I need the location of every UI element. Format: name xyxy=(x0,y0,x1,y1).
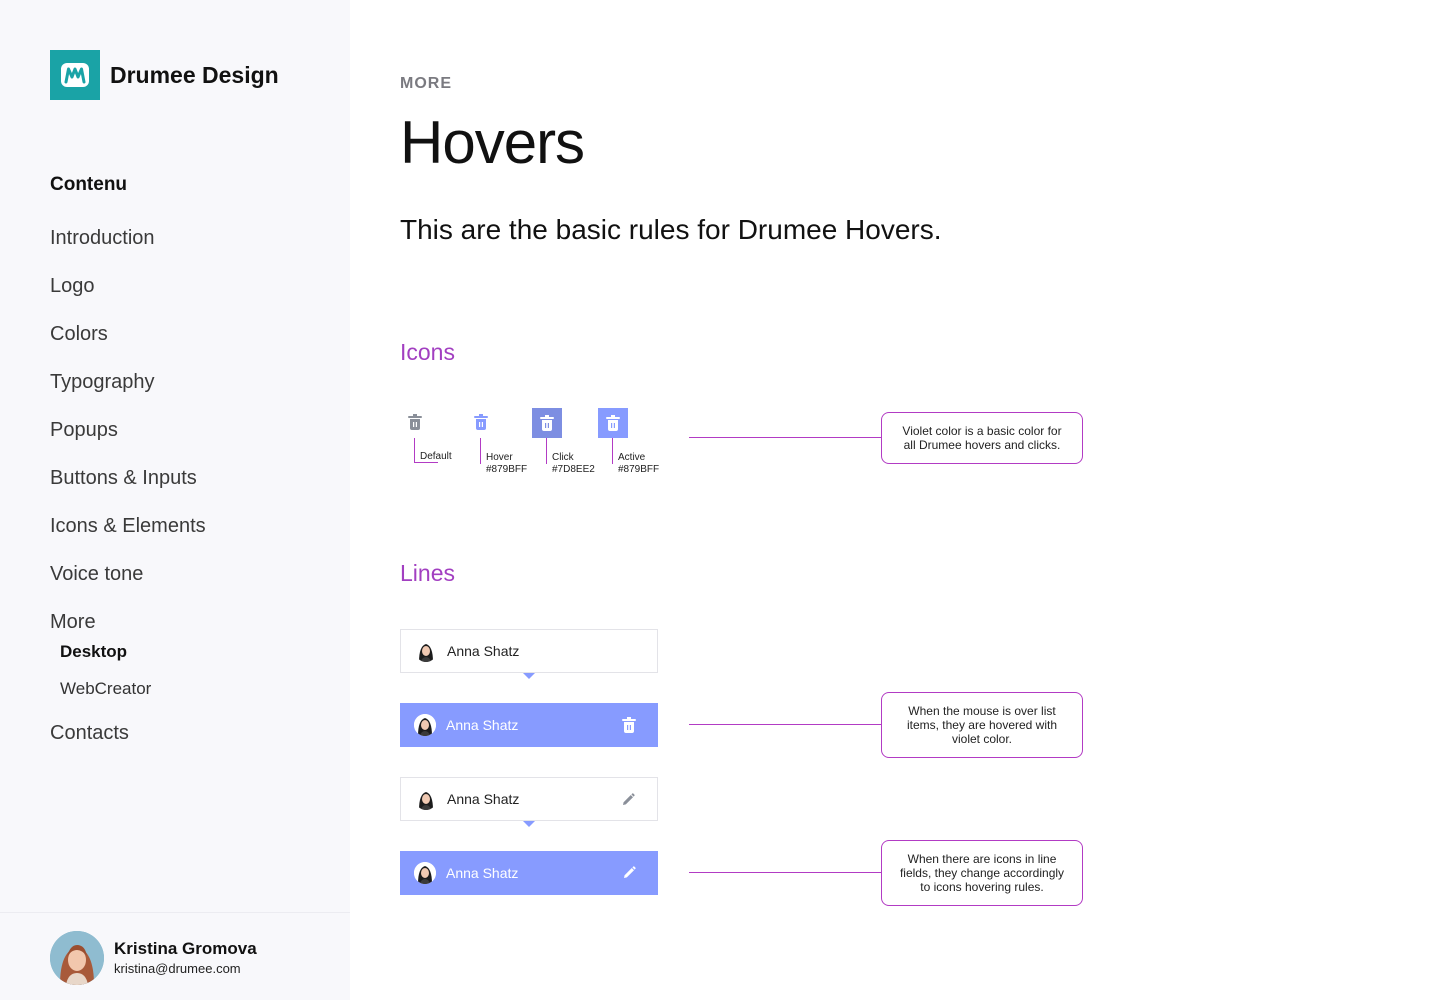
caret-down-icon xyxy=(523,673,535,679)
leader-line-click xyxy=(546,438,550,464)
contact-avatar xyxy=(414,714,436,736)
contact-avatar-image xyxy=(414,862,436,884)
trash-icon-default[interactable] xyxy=(405,412,425,432)
contact-avatar-image xyxy=(415,788,437,810)
sidebar-item-icons-elements[interactable]: Icons & Elements xyxy=(50,510,206,558)
list-item-hovered[interactable]: Anna Shatz xyxy=(400,703,658,747)
sidebar-item-buttons-inputs[interactable]: Buttons & Inputs xyxy=(50,462,206,510)
caret-down-icon xyxy=(523,821,535,827)
sidebar-item-typography[interactable]: Typography xyxy=(50,366,206,414)
contact-avatar xyxy=(414,862,436,884)
list-item-hovered[interactable]: Anna Shatz xyxy=(400,851,658,895)
contact-name: Anna Shatz xyxy=(447,791,520,807)
list-item[interactable]: Anna Shatz xyxy=(400,629,658,673)
brand-name: Drumee Design xyxy=(110,61,279,88)
pencil-icon[interactable] xyxy=(620,863,638,883)
contact-avatar-image xyxy=(414,714,436,736)
lines-note-icons: When there are icons in line fields, the… xyxy=(881,840,1083,906)
page-lead: This are the basic rules for Drumee Hove… xyxy=(400,214,942,245)
pencil-icon-glyph xyxy=(623,793,635,805)
trash-icon-click[interactable] xyxy=(532,408,562,438)
list-item[interactable]: Anna Shatz xyxy=(400,777,658,821)
trash-icon-glyph xyxy=(622,717,636,733)
contact-avatar xyxy=(415,640,437,662)
page-title: Hovers xyxy=(400,109,585,176)
sidebar-subitem-webcreator[interactable]: WebCreator xyxy=(50,677,206,717)
lines-note-hover: When the mouse is over list items, they … xyxy=(881,692,1083,758)
connector-line xyxy=(689,437,882,438)
trash-icon xyxy=(606,415,620,431)
drumee-logo-mark xyxy=(61,63,89,87)
brand[interactable]: Drumee Design xyxy=(50,50,279,100)
leader-line-hover xyxy=(480,438,484,464)
trash-icon xyxy=(474,414,488,430)
icon-state-click-label: Click xyxy=(552,452,574,463)
trash-icon-active[interactable] xyxy=(598,408,628,438)
pencil-icon-glyph xyxy=(624,866,636,878)
sidebar-item-logo[interactable]: Logo xyxy=(50,270,206,318)
sidebar-item-voice-tone[interactable]: Voice tone xyxy=(50,558,206,606)
contact-name: Anna Shatz xyxy=(446,717,519,733)
sidebar-item-contacts[interactable]: Contacts xyxy=(50,717,206,765)
trash-icon xyxy=(408,414,422,430)
avatar xyxy=(50,931,104,985)
trash-icon-hover[interactable] xyxy=(471,412,491,432)
sidebar-item-colors[interactable]: Colors xyxy=(50,318,206,366)
contact-name: Anna Shatz xyxy=(446,865,519,881)
user-name: Kristina Gromova xyxy=(114,939,257,958)
icons-note: Violet color is a basic color for all Dr… xyxy=(881,412,1083,464)
icon-state-click-code: #7D8EE2 xyxy=(552,464,595,475)
icon-state-default-label: Default xyxy=(420,451,452,462)
trash-icon xyxy=(540,415,554,431)
connector-line xyxy=(689,872,882,873)
sidebar-nav: Introduction Logo Colors Typography Popu… xyxy=(50,222,206,765)
section-eyebrow: MORE xyxy=(400,75,452,92)
user-email: kristina@drumee.com xyxy=(114,961,241,976)
icon-state-hover-code: #879BFF xyxy=(486,464,528,475)
icon-state-active-code: #879BFF xyxy=(618,464,660,475)
icon-state-hover-label: Hover xyxy=(486,452,513,463)
drumee-logo xyxy=(50,50,100,100)
sidebar-subitem-desktop[interactable]: Desktop xyxy=(50,640,206,677)
contact-name: Anna Shatz xyxy=(447,643,520,659)
contact-avatar-image xyxy=(415,640,437,662)
connector-line xyxy=(689,724,882,725)
icons-section-title: Icons xyxy=(400,339,455,365)
avatar-image xyxy=(50,931,104,985)
icon-state-active-label: Active xyxy=(618,452,646,463)
pencil-icon[interactable] xyxy=(619,790,637,810)
contact-avatar xyxy=(415,788,437,810)
user-profile[interactable]: Kristina Gromova kristina@drumee.com xyxy=(0,912,350,1000)
leader-line-active xyxy=(612,438,616,464)
sidebar-item-popups[interactable]: Popups xyxy=(50,414,206,462)
trash-icon[interactable] xyxy=(620,715,638,735)
sidebar-item-introduction[interactable]: Introduction xyxy=(50,222,206,270)
lines-section-title: Lines xyxy=(400,560,455,586)
nav-heading: Contenu xyxy=(50,174,128,195)
sidebar: Drumee Design Contenu Introduction Logo … xyxy=(0,0,350,1000)
